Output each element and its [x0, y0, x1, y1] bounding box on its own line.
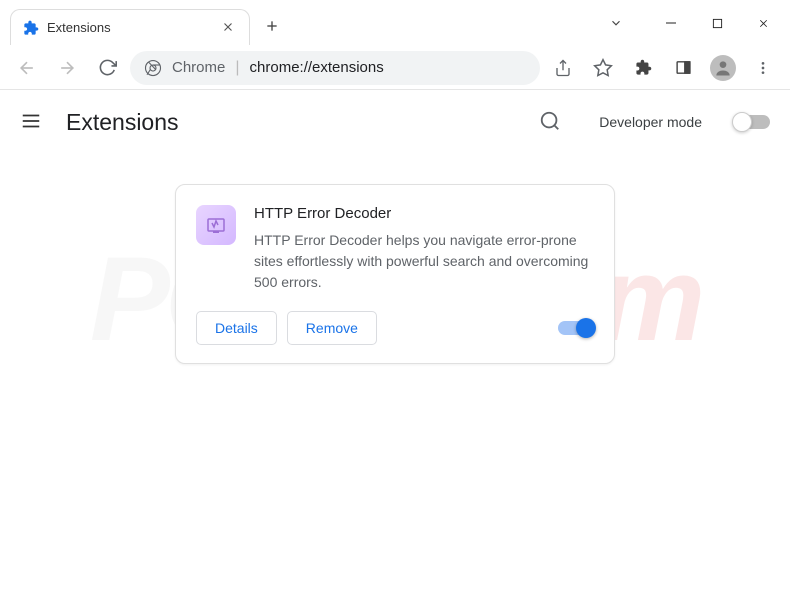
details-button[interactable]: Details: [196, 311, 277, 345]
toggle-knob: [576, 318, 596, 338]
page-header: Extensions Developer mode: [0, 90, 790, 154]
extension-card: HTTP Error Decoder HTTP Error Decoder he…: [175, 184, 615, 364]
developer-mode-toggle[interactable]: [734, 115, 770, 129]
chrome-icon: [144, 59, 162, 77]
share-icon[interactable]: [546, 51, 580, 85]
close-window-button[interactable]: [740, 3, 786, 43]
page-title: Extensions: [66, 109, 179, 136]
developer-mode-label: Developer mode: [599, 114, 702, 130]
titlebar: Extensions: [0, 0, 790, 46]
address-bar[interactable]: Chrome | chrome://extensions: [130, 51, 540, 85]
menu-icon[interactable]: [746, 51, 780, 85]
hamburger-icon[interactable]: [20, 110, 44, 134]
forward-button[interactable]: [50, 51, 84, 85]
extension-icon: [196, 205, 236, 245]
puzzle-icon: [23, 20, 39, 36]
back-button[interactable]: [10, 51, 44, 85]
search-icon[interactable]: [539, 110, 563, 134]
extension-name: HTTP Error Decoder: [254, 205, 594, 222]
minimize-button[interactable]: [648, 3, 694, 43]
avatar: [710, 55, 736, 81]
chevron-down-icon[interactable]: [602, 9, 630, 37]
side-panel-icon[interactable]: [666, 51, 700, 85]
bookmark-icon[interactable]: [586, 51, 620, 85]
toolbar: Chrome | chrome://extensions: [0, 46, 790, 90]
new-tab-button[interactable]: [258, 12, 286, 40]
content-area: HTTP Error Decoder HTTP Error Decoder he…: [0, 154, 790, 364]
remove-button[interactable]: Remove: [287, 311, 377, 345]
window-controls: [648, 3, 786, 43]
browser-tab[interactable]: Extensions: [10, 9, 250, 45]
close-icon[interactable]: [221, 20, 237, 36]
reload-button[interactable]: [90, 51, 124, 85]
toggle-knob: [732, 112, 752, 132]
extension-description: HTTP Error Decoder helps you navigate er…: [254, 230, 594, 293]
maximize-button[interactable]: [694, 3, 740, 43]
profile-button[interactable]: [706, 51, 740, 85]
omnibox-url: chrome://extensions: [250, 59, 384, 76]
divider: |: [235, 59, 239, 77]
tab-title: Extensions: [47, 20, 213, 35]
extensions-icon[interactable]: [626, 51, 660, 85]
omnibox-prefix: Chrome: [172, 59, 225, 76]
extension-enable-toggle[interactable]: [558, 321, 594, 335]
